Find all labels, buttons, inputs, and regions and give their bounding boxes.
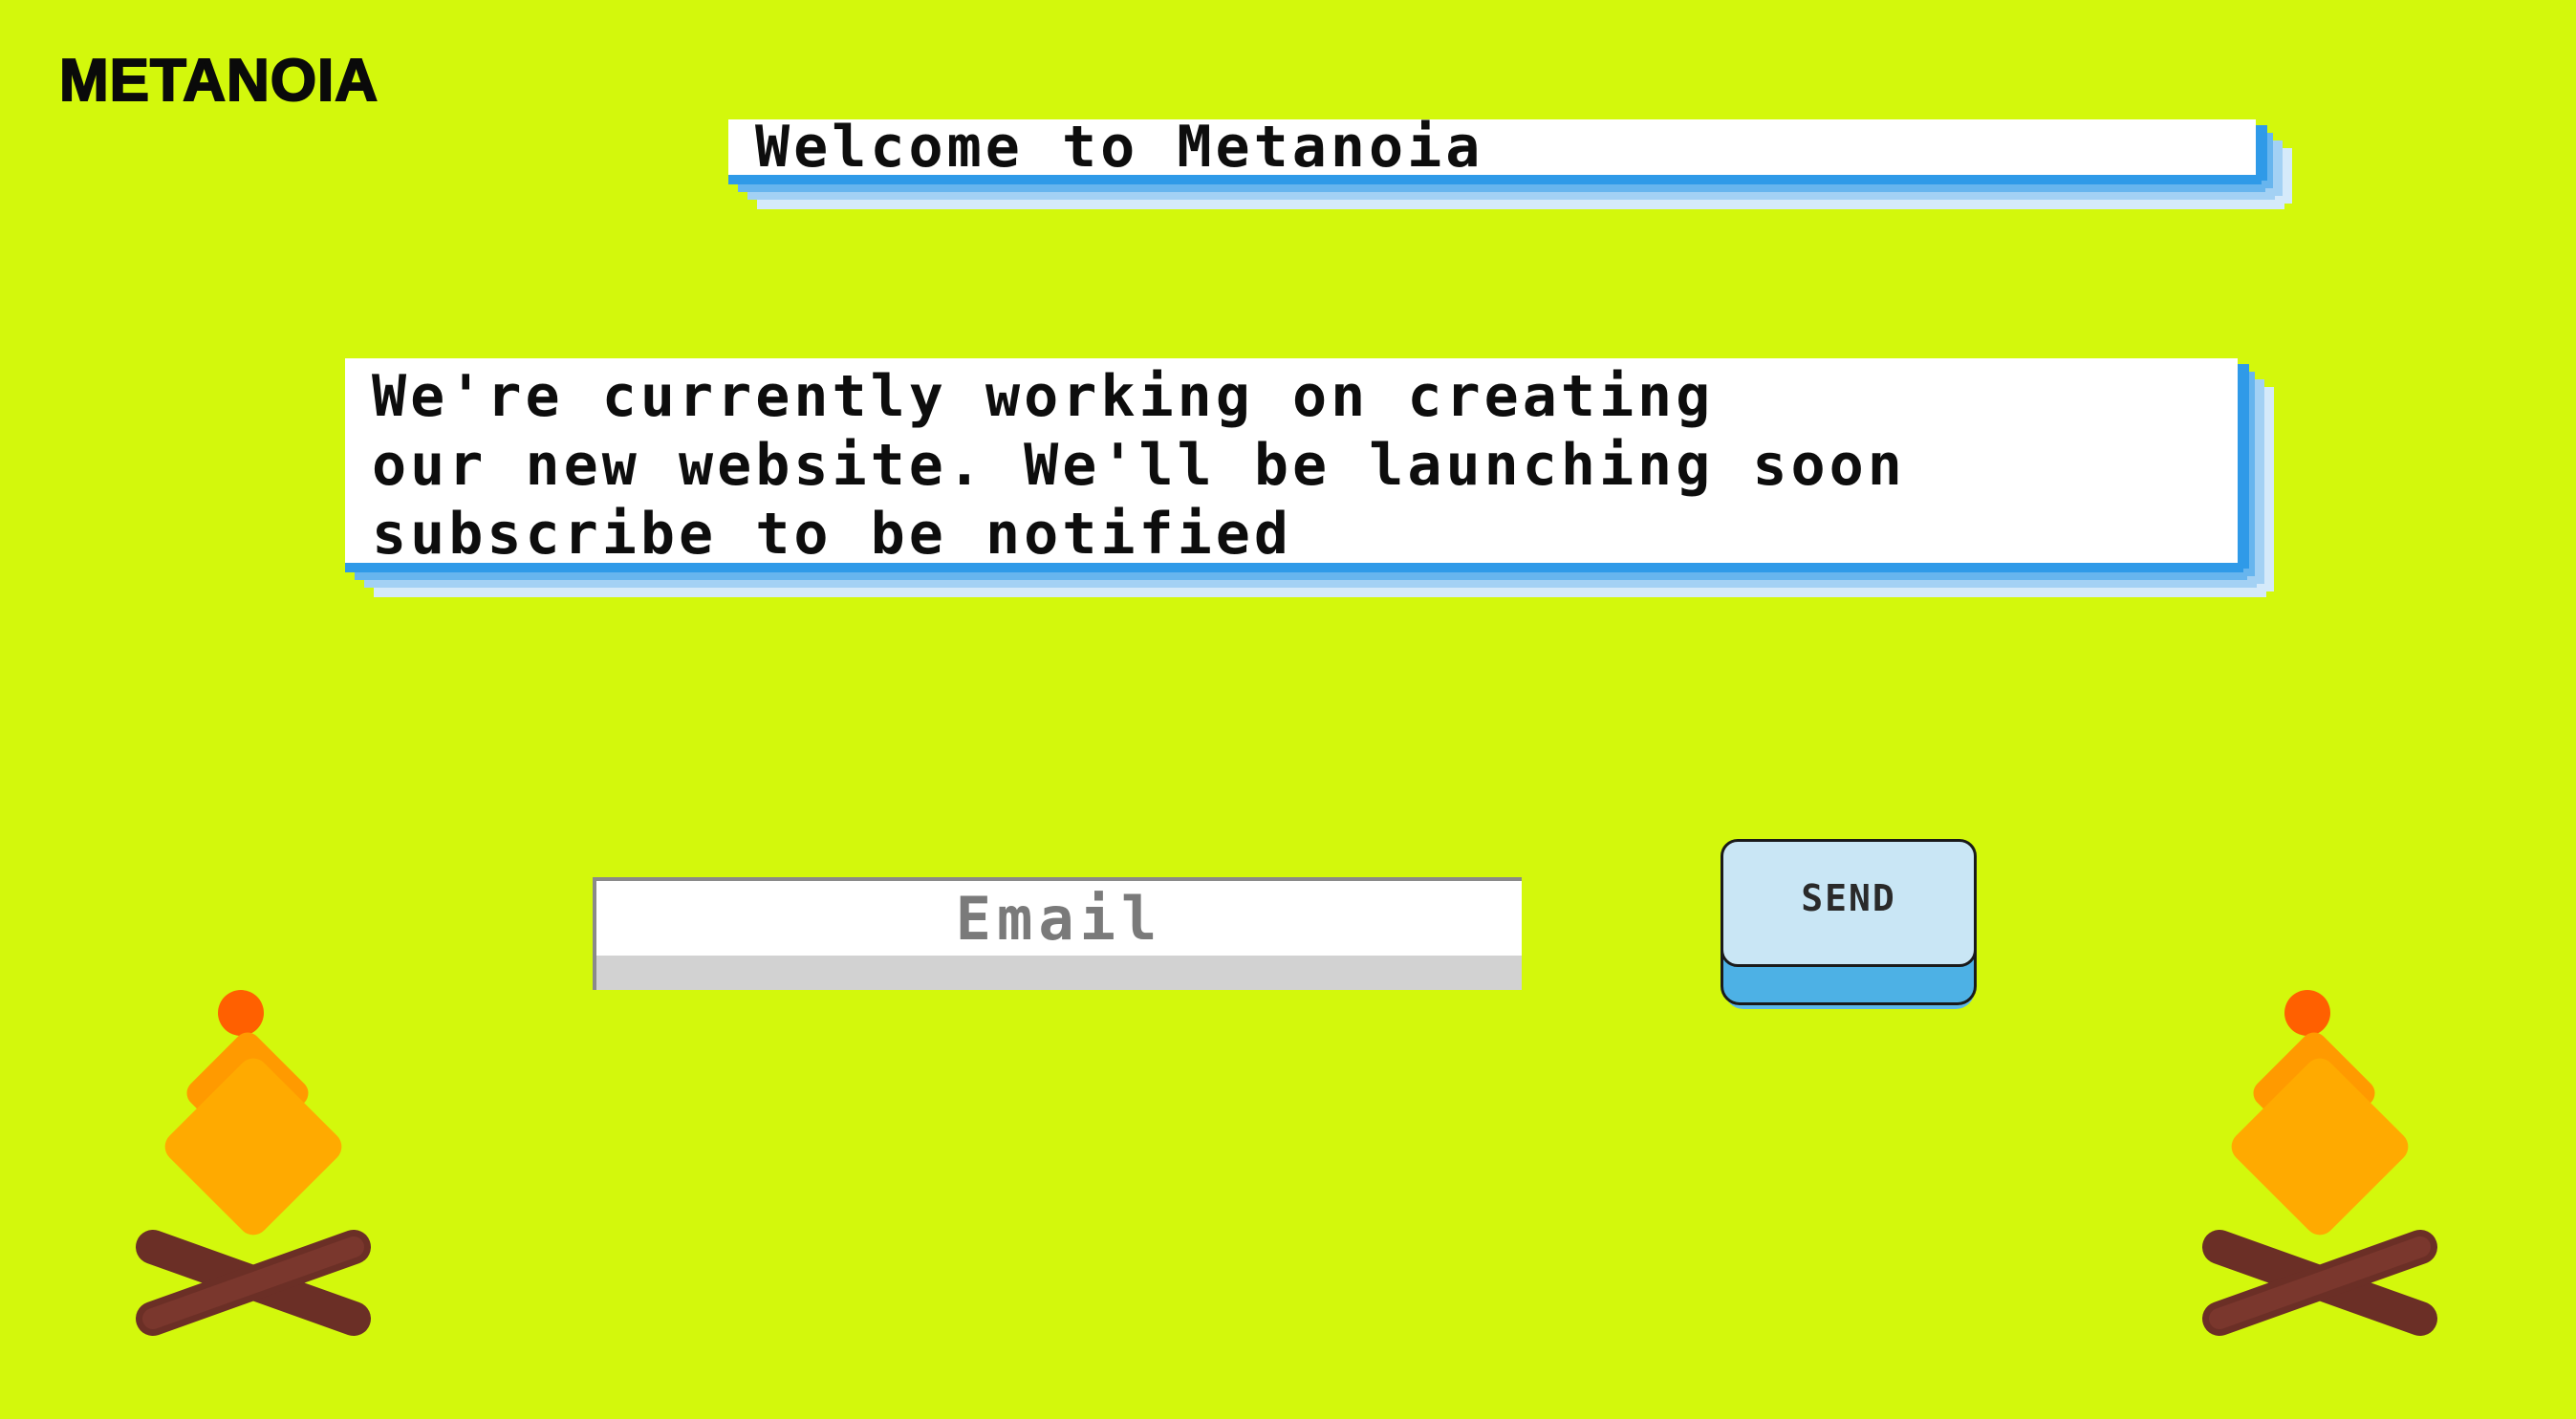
message-line-2: our new website. We'll be launching soon	[372, 432, 1906, 499]
email-field-container	[593, 877, 1522, 990]
send-button[interactable]: SEND	[1721, 839, 1977, 967]
brand-logo: METANOIA	[58, 48, 379, 114]
email-field-base	[596, 956, 1522, 990]
send-button-stack: SEND	[1721, 839, 1977, 1009]
welcome-banner: Welcome to Metanoia	[728, 114, 2256, 181]
message-text: We're currently working on creating our …	[372, 362, 1906, 569]
campfire-icon	[136, 990, 371, 1336]
email-input[interactable]	[596, 881, 1522, 956]
page-title: Welcome to Metanoia	[755, 114, 1484, 181]
message-line-3: subscribe to be notified	[372, 501, 1292, 568]
message-card: We're currently working on creating our …	[345, 358, 2238, 568]
message-line-1: We're currently working on creating	[372, 363, 1715, 430]
campfire-icon	[2202, 990, 2437, 1336]
